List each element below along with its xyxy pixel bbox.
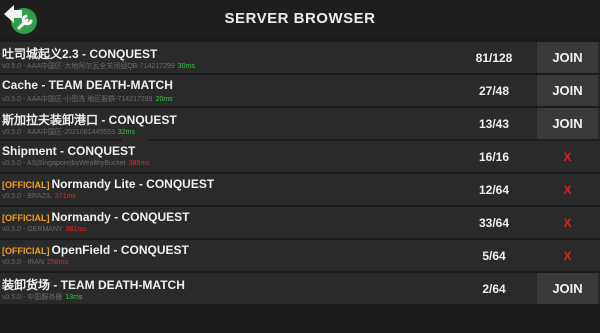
server-name-text: 吐司城起义2.3 - CONQUEST <box>2 47 158 61</box>
server-subtitle: v0.5.0 - AS|Singapore|byWealthyBucket 385… <box>2 160 150 167</box>
server-name-text: 装卸货场 - TEAM DEATH-MATCH <box>2 278 185 292</box>
server-name-text: Normandy Lite - CONQUEST <box>51 177 215 191</box>
server-name-text: Normandy - CONQUEST <box>51 210 190 224</box>
ping-value: 13ms <box>65 294 83 301</box>
server-name: 吐司城起义2.3 - CONQUEST <box>2 45 157 62</box>
server-name: Cache - TEAM DEATH-MATCH <box>2 78 173 92</box>
official-tag: [OFFICIAL] <box>2 246 50 256</box>
ping-value: 30ms <box>177 63 195 70</box>
ping-value: 385ms <box>128 160 150 167</box>
player-count: 12/64 <box>478 183 510 197</box>
player-count: 81/128 <box>475 51 513 65</box>
server-name: [OFFICIAL] Normandy - CONQUEST <box>2 210 190 224</box>
top-bar: SERVER BROWSER <box>0 0 600 36</box>
server-version-region: v0.5.0 - AAA中国区-小图洗 地区服群-714217299 <box>2 96 153 103</box>
server-name: 斯加拉夫装卸港口 - CONQUEST <box>2 111 177 128</box>
server-version-region: v0.5.0 - BRAZIL <box>2 193 52 200</box>
ping-value: 32ms <box>117 129 135 136</box>
server-row[interactable]: [OFFICIAL] OpenField - CONQUEST v0.5.0 - I… <box>0 240 600 271</box>
join-button[interactable]: JOIN <box>537 108 598 139</box>
server-version-region: v0.5.0 - IRAN <box>2 259 45 266</box>
server-full-icon: X <box>563 215 572 230</box>
server-name: 装卸货场 - TEAM DEATH-MATCH <box>2 276 185 293</box>
server-name-text: Shipment - CONQUEST <box>2 144 136 158</box>
official-tag: [OFFICIAL] <box>2 213 50 223</box>
server-version-region: v0.5.0 - AAA中国区-2021081445553 <box>2 129 115 136</box>
server-full-icon: X <box>563 182 572 197</box>
server-row[interactable]: 斯加拉夫装卸港口 - CONQUEST v0.5.0 - AAA中国区-20210… <box>0 108 600 139</box>
server-subtitle: v0.5.0 - IRAN 258ms <box>2 259 68 266</box>
ping-value: 381ms <box>65 226 87 233</box>
server-subtitle: v0.5.0 - 中国服务器 13ms <box>2 292 82 302</box>
server-row[interactable]: Shipment - CONQUEST v0.5.0 - AS|Singapore… <box>0 141 600 172</box>
player-count: 13/43 <box>478 117 510 131</box>
server-name: [OFFICIAL] OpenField - CONQUEST <box>2 243 189 257</box>
server-row[interactable]: [OFFICIAL] Normandy Lite - CONQUEST v0.5.0… <box>0 174 600 205</box>
player-count: 5/64 <box>482 249 506 263</box>
player-count: 16/16 <box>478 150 510 164</box>
server-subtitle: v0.5.0 - GERMANY 381ms <box>2 226 87 233</box>
server-row[interactable]: [OFFICIAL] Normandy - CONQUEST v0.5.0 - GE… <box>0 207 600 238</box>
server-version-region: v0.5.0 - AS|Singapore|byWealthyBucket <box>2 160 126 167</box>
server-name: Shipment - CONQUEST <box>2 144 135 158</box>
server-row[interactable]: Cache - TEAM DEATH-MATCH v0.5.0 - AAA中国区-… <box>0 75 600 106</box>
player-count: 33/64 <box>478 216 510 230</box>
join-button[interactable]: JOIN <box>537 75 598 106</box>
ping-value: 20ms <box>155 96 173 103</box>
server-subtitle: v0.5.0 - AAA中国区-大地阿尔瓦全关闭组QB-714217299 30m… <box>2 61 195 71</box>
ping-value: 371ms <box>54 193 76 200</box>
server-name-text: OpenField - CONQUEST <box>51 243 189 257</box>
server-row[interactable]: 吐司城起义2.3 - CONQUEST v0.5.0 - AAA中国区-大地阿尔瓦… <box>0 42 600 73</box>
server-version-region: v0.5.0 - AAA中国区-大地阿尔瓦全关闭组QB-714217299 <box>2 63 175 70</box>
server-row[interactable]: 装卸货场 - TEAM DEATH-MATCH v0.5.0 - 中国服务器 13m… <box>0 273 600 304</box>
server-version-region: v0.5.0 - GERMANY <box>2 226 63 233</box>
join-button[interactable]: JOIN <box>537 273 598 304</box>
server-subtitle: v0.5.0 - BRAZIL 371ms <box>2 193 76 200</box>
server-name: [OFFICIAL] Normandy Lite - CONQUEST <box>2 177 214 191</box>
player-count: 27/48 <box>478 84 510 98</box>
server-name-text: Cache - TEAM DEATH-MATCH <box>2 78 173 92</box>
server-version-region: v0.5.0 - 中国服务器 <box>2 294 63 301</box>
server-subtitle: v0.5.0 - AAA中国区-2021081445553 32ms <box>2 127 135 137</box>
server-subtitle: v0.5.0 - AAA中国区-小图洗 地区服群-714217299 20ms <box>2 94 173 104</box>
official-tag: [OFFICIAL] <box>2 180 50 190</box>
ping-value: 258ms <box>47 259 69 266</box>
server-full-icon: X <box>563 149 572 164</box>
server-full-icon: X <box>563 248 572 263</box>
player-count: 2/64 <box>482 282 506 296</box>
page-title: SERVER BROWSER <box>224 10 376 27</box>
join-button[interactable]: JOIN <box>537 42 598 73</box>
server-name-text: 斯加拉夫装卸港口 - CONQUEST <box>2 113 177 127</box>
